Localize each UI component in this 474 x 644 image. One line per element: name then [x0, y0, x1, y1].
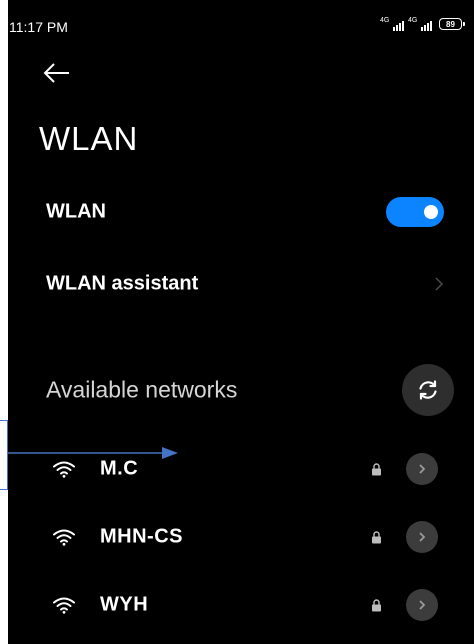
network-details-button[interactable]: [406, 589, 438, 621]
back-button[interactable]: [42, 60, 72, 86]
wlan-label: WLAN: [46, 200, 106, 223]
wifi-icon: [53, 597, 75, 614]
lock-icon: [372, 599, 381, 612]
status-bar: 11:17 PM 4G 4G 89: [8, 0, 474, 50]
chevron-right-icon: [419, 532, 426, 542]
wlan-settings-screen: 11:17 PM 4G 4G 89 WLAN WLAN WLAN assista…: [8, 0, 474, 644]
network-type-label: 4G: [408, 17, 418, 24]
wifi-icon: [53, 461, 75, 478]
refresh-button[interactable]: [402, 364, 454, 416]
chevron-right-icon: [435, 277, 444, 291]
lock-icon: [372, 463, 381, 476]
page-title: WLAN: [39, 120, 139, 157]
wlan-assistant-row[interactable]: WLAN assistant: [8, 256, 474, 312]
network-details-button[interactable]: [406, 521, 438, 553]
back-arrow-icon: [43, 63, 69, 83]
signal-icon: 4G: [380, 17, 404, 31]
network-item[interactable]: MHN-CS: [8, 509, 474, 565]
annotation-arrow-icon: [8, 447, 178, 459]
network-name: M.C: [100, 457, 139, 480]
network-type-label: 4G: [380, 17, 390, 24]
signal-icon: 4G: [408, 17, 432, 31]
network-name: MHN-CS: [100, 525, 183, 548]
status-time: 11:17 PM: [9, 19, 68, 35]
refresh-icon: [419, 380, 437, 400]
battery-icon: 89: [439, 18, 465, 30]
network-details-button[interactable]: [406, 453, 438, 485]
network-name: WYH: [100, 593, 149, 616]
network-item[interactable]: WYH: [8, 577, 474, 633]
chevron-right-icon: [419, 600, 426, 610]
chevron-right-icon: [419, 464, 426, 474]
annotation-bracket: [0, 420, 8, 490]
battery-level: 89: [446, 19, 455, 29]
wlan-toggle-row[interactable]: WLAN: [8, 184, 474, 240]
available-networks-header: Available networks: [8, 362, 474, 418]
status-icons: 4G 4G 89: [380, 17, 465, 31]
wifi-icon: [53, 529, 75, 546]
toggle-knob: [424, 205, 438, 219]
lock-icon: [372, 531, 381, 544]
wlan-assistant-label: WLAN assistant: [46, 272, 199, 295]
wlan-toggle[interactable]: [386, 197, 444, 227]
available-networks-title: Available networks: [46, 376, 238, 403]
